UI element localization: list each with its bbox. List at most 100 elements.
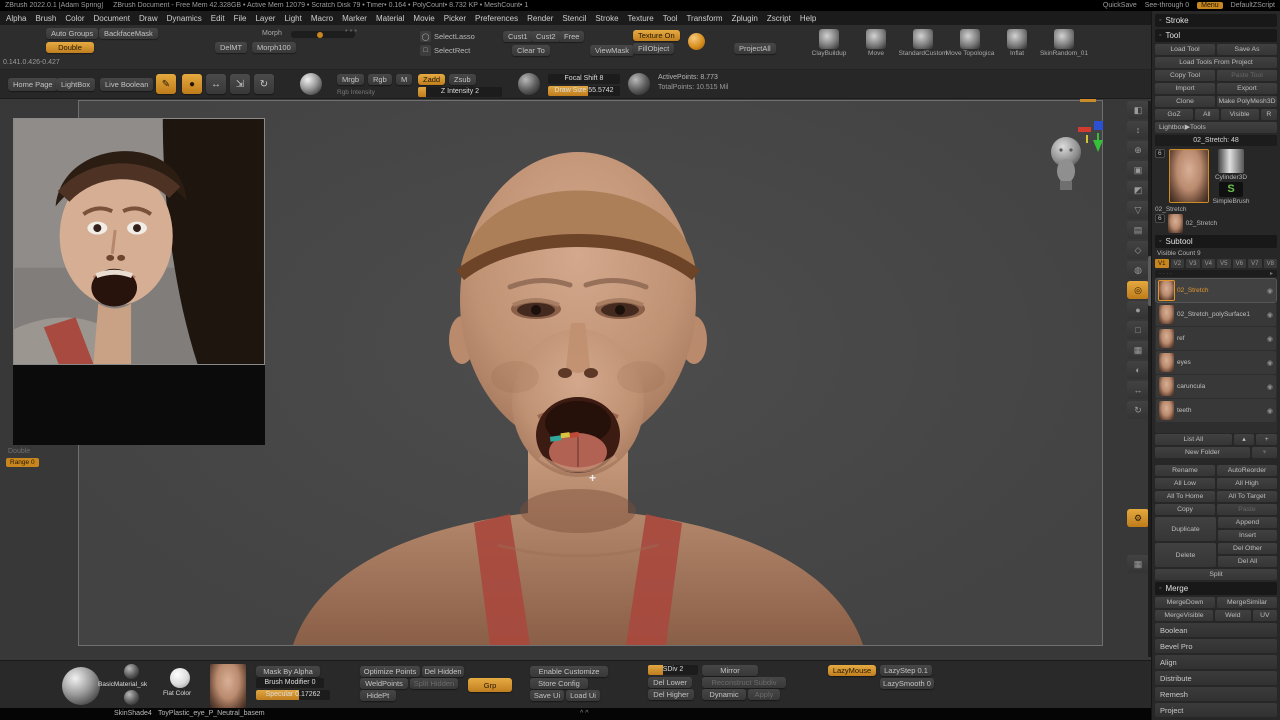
- goz-visible-button[interactable]: Visible: [1221, 109, 1259, 120]
- load-ui-button[interactable]: Load Ui: [566, 690, 600, 701]
- tool-palette-header[interactable]: ◦Tool: [1155, 29, 1277, 42]
- load-tools-from-project-button[interactable]: Load Tools From Project: [1155, 57, 1277, 68]
- lazystep-button[interactable]: LazyStep 0.1: [880, 665, 932, 676]
- split-hidden-button[interactable]: Split Hidden: [410, 678, 458, 689]
- mirror-button[interactable]: Mirror: [702, 665, 758, 676]
- mask-by-alpha-button[interactable]: Mask By Alpha: [256, 666, 320, 677]
- visibility-v3-button[interactable]: V3: [1186, 259, 1200, 268]
- range-button[interactable]: Range 0: [6, 458, 39, 467]
- xpose-icon[interactable]: ↔: [1127, 381, 1149, 399]
- scale-mode-button[interactable]: ⇲: [230, 74, 250, 94]
- merge-down-button[interactable]: MergeDown: [1155, 597, 1215, 608]
- mrgb-button[interactable]: Mrgb: [337, 74, 364, 85]
- lazymouse-button[interactable]: LazyMouse: [828, 665, 876, 676]
- clone-button[interactable]: Clone: [1155, 96, 1215, 107]
- home-page-button[interactable]: Home Page: [8, 78, 58, 91]
- stroke-palette-header[interactable]: ◦Stroke: [1155, 14, 1277, 27]
- menu-item-preferences[interactable]: Preferences: [475, 14, 518, 23]
- brush-inflat[interactable]: Inflat: [994, 29, 1040, 57]
- texture-on-button[interactable]: Texture On: [633, 30, 680, 41]
- export-button[interactable]: Export: [1217, 83, 1277, 94]
- default-zscript-button[interactable]: DefaultZScript: [1231, 2, 1275, 9]
- lazysmooth-button[interactable]: LazySmooth 0: [880, 678, 934, 689]
- turntable-icon[interactable]: ↻: [1127, 401, 1149, 419]
- copy-subtool-button[interactable]: Copy: [1155, 504, 1215, 515]
- perspective-icon[interactable]: ▽: [1127, 201, 1149, 219]
- make-polymesh3d-button[interactable]: Make PolyMesh3D: [1217, 96, 1277, 107]
- menu-toggle-button[interactable]: Menu: [1197, 2, 1223, 9]
- silhouette-icon[interactable]: ◐: [1127, 361, 1149, 379]
- visibility-v6-button[interactable]: V6: [1233, 259, 1247, 268]
- merge-similar-button[interactable]: MergeSimilar: [1217, 597, 1277, 608]
- del-all-button[interactable]: Del All: [1218, 556, 1277, 567]
- dynamic-button[interactable]: Dynamic: [702, 689, 746, 700]
- scroll-document-icon[interactable]: ↕: [1127, 121, 1149, 139]
- actual-size-icon[interactable]: ▣: [1127, 161, 1149, 179]
- menu-item-document[interactable]: Document: [94, 14, 130, 23]
- folder-options-icon[interactable]: ▾: [1252, 447, 1277, 458]
- subtool-item-ref[interactable]: ref◉: [1156, 327, 1276, 350]
- menu-item-draw[interactable]: Draw: [139, 14, 158, 23]
- add-subtool-icon[interactable]: +: [1256, 434, 1277, 445]
- del-lower-button[interactable]: Del Lower: [648, 677, 692, 688]
- align-section-header[interactable]: Align: [1155, 655, 1277, 669]
- duplicate-button[interactable]: Duplicate: [1155, 517, 1216, 541]
- menu-item-tool[interactable]: Tool: [663, 14, 678, 23]
- menu-item-layer[interactable]: Layer: [255, 14, 275, 23]
- active-tool-thumbnail[interactable]: [1169, 149, 1209, 203]
- zoom-document-icon[interactable]: ⊕: [1127, 141, 1149, 159]
- goz-all-button[interactable]: All: [1195, 109, 1219, 120]
- select-rect-button[interactable]: □ SelectRect: [420, 45, 470, 56]
- goz-button[interactable]: GoZ: [1155, 109, 1193, 120]
- apply-button[interactable]: Apply: [748, 689, 780, 700]
- weld-button[interactable]: Weld: [1215, 610, 1251, 621]
- sdiv-slider[interactable]: SDiv 2: [648, 665, 698, 675]
- all-high-button[interactable]: All High: [1217, 478, 1277, 489]
- ghost-transparency-icon[interactable]: ◎: [1127, 281, 1149, 299]
- texture-thumbnail[interactable]: [210, 664, 246, 709]
- subtool-item-02_stretch[interactable]: 02_Stretch◉: [1156, 279, 1276, 302]
- material-basicmaterial-sphere[interactable]: [124, 664, 139, 679]
- remesh-section-header[interactable]: Remesh: [1155, 687, 1277, 701]
- reconstruct-subdiv-button[interactable]: Reconstruct Subdiv: [702, 677, 786, 688]
- menu-item-texture[interactable]: Texture: [628, 14, 654, 23]
- menu-item-movie[interactable]: Movie: [413, 14, 434, 23]
- cust1-button[interactable]: Cust1: [503, 31, 533, 42]
- load-tool-button[interactable]: Load Tool: [1155, 44, 1215, 55]
- brush-modifier-slider[interactable]: Brush Modifier 0: [256, 678, 324, 688]
- menu-item-stroke[interactable]: Stroke: [595, 14, 618, 23]
- save-as-button[interactable]: Save As: [1217, 44, 1277, 55]
- visibility-eye-icon[interactable]: ◉: [1267, 287, 1273, 295]
- material-skinshade-sphere[interactable]: [124, 690, 139, 705]
- edit-mode-button[interactable]: ✎: [156, 74, 176, 94]
- auto-reorder-button[interactable]: AutoReorder: [1217, 465, 1277, 476]
- boolean-section-header[interactable]: Boolean: [1155, 623, 1277, 637]
- see-through-slider[interactable]: See-through 0: [1145, 2, 1189, 9]
- rotate-mode-button[interactable]: ↻: [254, 74, 274, 94]
- store-config-button[interactable]: Store Config: [530, 678, 588, 689]
- brush-move[interactable]: Move: [853, 29, 899, 57]
- menu-item-material[interactable]: Material: [376, 14, 404, 23]
- active-tool-slider[interactable]: 02_Stretch: 48: [1155, 135, 1277, 146]
- fill-object-button[interactable]: FillObject: [633, 43, 674, 54]
- visibility-eye-icon[interactable]: ◉: [1267, 335, 1273, 343]
- zsub-button[interactable]: Zsub: [449, 74, 476, 85]
- hidept-button[interactable]: HidePt: [360, 690, 396, 701]
- menu-item-stencil[interactable]: Stencil: [562, 14, 586, 23]
- axis-indicator[interactable]: [1078, 119, 1108, 163]
- grp-button[interactable]: Grp: [468, 678, 512, 692]
- z-intensity-slider[interactable]: Z Intensity 2: [418, 87, 502, 97]
- stroke-type-preview[interactable]: [628, 73, 650, 95]
- lightbox-tools-button[interactable]: Lightbox▶Tools: [1155, 122, 1277, 133]
- insert-button[interactable]: Insert: [1218, 530, 1277, 541]
- append-button[interactable]: Append: [1218, 517, 1277, 528]
- frame-mesh-icon[interactable]: □: [1127, 321, 1149, 339]
- sculpt-model-3d[interactable]: [278, 105, 878, 645]
- specular-slider[interactable]: Specular 0.17262: [256, 690, 330, 700]
- save-ui-button[interactable]: Save Ui: [530, 690, 564, 701]
- visibility-v1-button[interactable]: V1: [1155, 259, 1169, 268]
- subtool-item-teeth[interactable]: teeth◉: [1156, 399, 1276, 422]
- import-button[interactable]: Import: [1155, 83, 1215, 94]
- visibility-eye-icon[interactable]: ◉: [1267, 383, 1273, 391]
- visibility-v8-button[interactable]: V8: [1264, 259, 1278, 268]
